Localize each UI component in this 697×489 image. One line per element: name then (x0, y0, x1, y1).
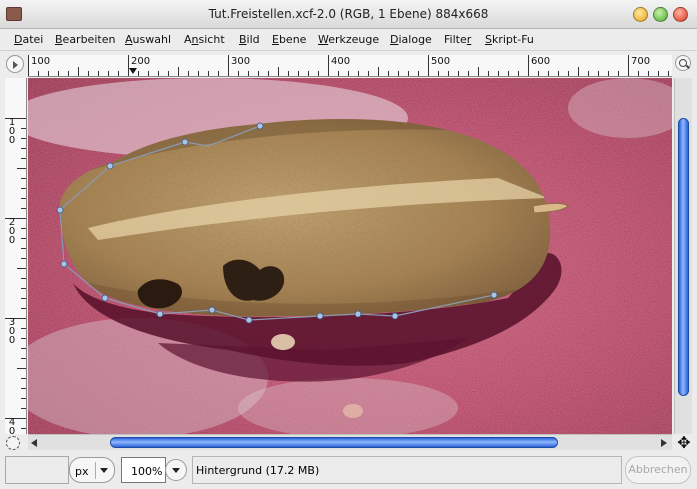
zoom-value: 100% (131, 465, 163, 478)
horizontal-scroll-thumb[interactable] (110, 437, 558, 448)
path-anchor[interactable] (245, 316, 253, 324)
image-canvas[interactable] (28, 78, 672, 434)
menu-skript-fu[interactable]: Skript-Fu (485, 33, 534, 46)
scroll-right-arrow-icon[interactable] (661, 439, 667, 447)
unit-selector[interactable]: px (69, 457, 115, 483)
small-speck (271, 334, 295, 350)
vertical-ruler[interactable]: 100 200 300 400 (5, 78, 27, 434)
scroll-left-arrow-icon[interactable] (31, 439, 37, 447)
quick-mask-icon[interactable] (6, 436, 20, 450)
vertical-scroll-thumb[interactable] (678, 118, 689, 396)
window-titlebar: Tut.Freistellen.xcf-2.0 (RGB, 1 Ebene) 8… (0, 0, 697, 29)
vruler-label-400: 400 (8, 417, 16, 435)
menu-ebene[interactable]: Ebene (272, 33, 306, 46)
ruler-label-600: 600 (531, 56, 551, 67)
path-anchor[interactable] (208, 306, 216, 314)
image-menu-arrow-icon[interactable] (6, 55, 24, 73)
horizontal-scrollbar[interactable] (28, 434, 672, 450)
layer-info-text: Hintergrund (17.2 MB) (196, 464, 320, 477)
pointer-coordinates (5, 456, 69, 484)
maximize-button[interactable] (653, 7, 668, 22)
menubar: Datei Bearbeiten Auswahl Ansicht Bild Eb… (0, 29, 697, 51)
path-anchor[interactable] (391, 312, 399, 320)
zoom-field[interactable]: 100% (121, 457, 166, 483)
zoom-selector[interactable]: 100% (121, 457, 189, 483)
menu-datei[interactable]: Datei (14, 33, 43, 46)
layer-info: Hintergrund (17.2 MB) (192, 456, 622, 484)
path-anchor[interactable] (354, 310, 362, 318)
menu-auswahl[interactable]: Auswahl (125, 33, 171, 46)
cancel-button[interactable]: Abbrechen (625, 456, 691, 484)
close-button[interactable] (673, 7, 688, 22)
ruler-label-400: 400 (331, 56, 351, 67)
vruler-label-100: 100 (8, 117, 16, 146)
vruler-label-200: 200 (8, 217, 16, 246)
chevron-down-icon (100, 468, 108, 473)
zoom-nav-icon[interactable] (675, 55, 691, 71)
minimize-button[interactable] (633, 7, 648, 22)
menu-ansicht[interactable]: Ansicht (184, 33, 225, 46)
path-anchor[interactable] (256, 122, 264, 130)
window-title: Tut.Freistellen.xcf-2.0 (RGB, 1 Ebene) 8… (208, 7, 489, 21)
path-anchor[interactable] (490, 291, 498, 299)
path-anchor[interactable] (156, 310, 164, 318)
path-anchor[interactable] (181, 138, 189, 146)
menu-bearbeiten[interactable]: Bearbeiten (55, 33, 115, 46)
menu-dialoge[interactable]: Dialoge (390, 33, 432, 46)
path-anchor[interactable] (56, 206, 64, 214)
path-anchor[interactable] (316, 312, 324, 320)
navigate-icon[interactable]: ✥ (676, 435, 692, 451)
menu-filter[interactable]: Filter (444, 33, 471, 46)
path-anchor[interactable] (60, 260, 68, 268)
unit-separator (95, 462, 96, 479)
canvas-image (28, 78, 672, 434)
ruler-label-500: 500 (431, 56, 451, 67)
horizontal-ruler[interactable]: 100 200 300 400 500 600 700 (28, 55, 672, 77)
menu-werkzeuge[interactable]: Werkzeuge (318, 33, 379, 46)
vertical-scrollbar[interactable] (674, 78, 692, 434)
path-anchor[interactable] (106, 162, 114, 170)
menu-bild[interactable]: Bild (239, 33, 260, 46)
path-anchor[interactable] (101, 294, 109, 302)
statusbar: px 100% Hintergrund (17.2 MB) Abbrechen (0, 452, 697, 489)
unit-value: px (75, 465, 89, 478)
pointer-position-marker (129, 68, 137, 74)
ruler-label-700: 700 (631, 56, 651, 67)
ruler-label-200: 200 (131, 56, 151, 67)
vruler-label-300: 300 (8, 317, 16, 346)
ruler-label-300: 300 (231, 56, 251, 67)
ruler-label-100: 100 (31, 56, 51, 67)
zoom-dropdown-icon[interactable] (165, 459, 187, 481)
